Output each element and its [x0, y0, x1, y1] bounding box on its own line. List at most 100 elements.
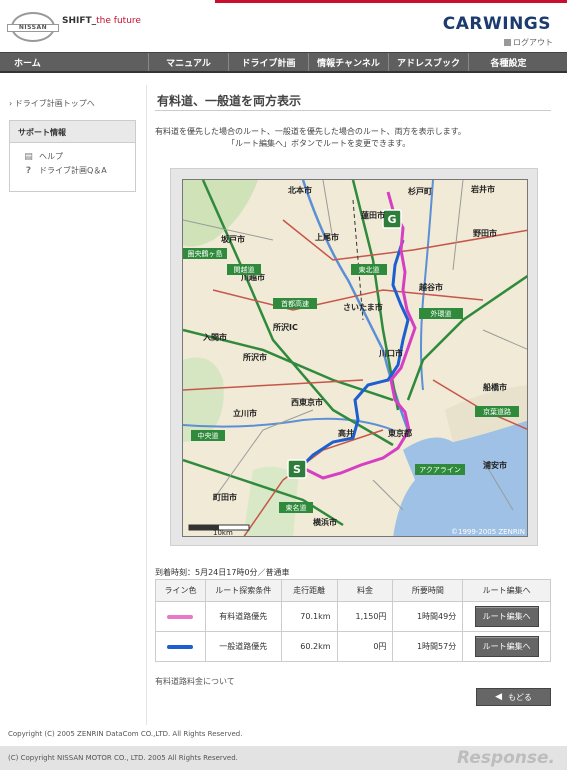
nav-manual[interactable]: マニュアル	[148, 53, 228, 71]
page-title: 有料道、一般道を両方表示	[157, 94, 302, 108]
response-watermark: Response.	[457, 748, 555, 768]
map-label-machida: 町田市	[213, 492, 237, 502]
drive-plan-top-link[interactable]: › ドライブ計画トップへ	[9, 98, 95, 109]
document-icon: ▤	[24, 151, 33, 162]
chevron-right-icon: ›	[9, 99, 13, 108]
logout-link[interactable]: ログアウト	[504, 37, 553, 48]
nav-drive-plan[interactable]: ドライブ計画	[228, 53, 308, 71]
description-line-2: 「ルート編集へ」ボタンでルートを変更できます。	[227, 139, 411, 148]
tagline: SHIFT_the future	[62, 16, 141, 26]
edit-route-button[interactable]: ルート編集へ	[474, 606, 539, 627]
header: NISSAN SHIFT_the future CARWINGS ログアウト	[0, 0, 567, 52]
support-item-label: ドライブ計画Q＆A	[39, 166, 107, 175]
nav-address-book[interactable]: アドレスブック	[388, 53, 468, 71]
nissan-copyright: (C) Copyright NISSAN MOTOR CO., LTD. 200…	[8, 754, 238, 762]
back-button-label: もどる	[508, 692, 532, 702]
edit-route-button[interactable]: ルート編集へ	[474, 636, 539, 657]
map-label-yokohama: 横浜市	[313, 517, 337, 527]
sidebar-divider	[146, 85, 147, 725]
distance-cell: 70.1km	[280, 601, 338, 632]
table-row: 有料道路優先 70.1km 1,150円 1時間49分 ルート編集へ	[155, 601, 551, 632]
map-label-tokorozawa: 所沢市	[242, 352, 267, 362]
carwings-logo[interactable]: CARWINGS	[443, 14, 551, 34]
title-divider	[155, 110, 551, 111]
distance-cell: 60.2km	[280, 631, 338, 662]
question-icon: ?	[25, 165, 32, 176]
nav-home[interactable]: ホーム	[0, 53, 148, 71]
tagline-main: SHIFT_	[62, 16, 97, 26]
map-label-ageo: 上尾市	[315, 232, 339, 242]
toll-fee-link[interactable]: 有料道路料金について	[155, 676, 235, 687]
road-label-chuo: 中央道	[198, 431, 219, 440]
map-label-tokorozawa-ic: 所沢IC	[272, 322, 298, 332]
route-table: ライン色 ルート探索条件 走行距離 料金 所要時間 ルート編集へ 有料道路優先 …	[155, 579, 551, 662]
road-label-aqualine: アクアライン	[419, 466, 461, 474]
map-label-sakado: 坂戸市	[221, 234, 245, 244]
table-header-row: ライン色 ルート探索条件 走行距離 料金 所要時間 ルート編集へ	[155, 579, 551, 602]
description-line-1: 有料道を優先した場合のルート、一般道を優先した場合のルート、両方を表示します。	[155, 127, 466, 136]
map-label-tokyo: 東京都	[388, 428, 412, 438]
map-scale-label: 10km	[213, 529, 233, 537]
nissan-logo[interactable]: NISSAN	[7, 12, 59, 42]
drive-plan-top-label: ドライブ計画トップへ	[14, 99, 95, 108]
road-label-tomei: 東名道	[286, 503, 307, 512]
condition-cell: 有料道路優先	[204, 601, 282, 632]
map-label-iwai: 岩井市	[470, 184, 495, 194]
support-box: サポート情報 ▤ ヘルプ ? ドライブ計画Q＆A	[9, 120, 136, 192]
fee-cell: 1,150円	[336, 601, 394, 632]
support-title: サポート情報	[10, 121, 135, 143]
brand-accent-bar	[215, 0, 567, 3]
map-label-sugito: 杉戸町	[408, 186, 432, 196]
start-marker[interactable]: S	[287, 459, 307, 479]
road-label-keiyo: 京葉道路	[483, 407, 511, 416]
zenrin-copyright: Copyright (C) 2005 ZENRIN DataCom CO.,LT…	[8, 730, 243, 738]
tagline-sub: the future	[96, 16, 141, 26]
condition-cell: 一般道路優先	[204, 631, 282, 662]
toll-route-swatch	[167, 614, 194, 619]
table-row: 一般道路優先 60.2km 0円 1時間57分 ルート編集へ	[155, 631, 551, 662]
nav-settings[interactable]: 各種設定	[468, 53, 548, 71]
map-label-nishitokyo: 西東京市	[291, 397, 323, 407]
general-route-swatch	[167, 644, 194, 649]
map-label-takaido: 高井	[338, 428, 354, 438]
map-label-urayasu: 浦安市	[483, 460, 507, 470]
road-label-tohoku: 東北道	[359, 265, 380, 274]
line-color-cell	[155, 601, 206, 632]
road-label-shutoko: 首都高速	[281, 299, 309, 308]
map-label-tachikawa: 立川市	[233, 408, 257, 418]
back-button[interactable]: ◀ もどる	[476, 688, 551, 706]
map-canvas: G S 北本市 杉戸町 岩井市 蓮田市 上尾市 野田市 坂戸市 川越市 さいたま…	[183, 180, 527, 537]
header-condition: ルート探索条件	[204, 579, 282, 602]
map-label-koshigaya: 越谷市	[418, 282, 443, 292]
line-color-cell	[155, 631, 206, 662]
support-item-label: ヘルプ	[39, 152, 63, 161]
edit-cell: ルート編集へ	[462, 631, 551, 662]
goal-marker[interactable]: G	[382, 209, 402, 229]
map-label-noda: 野田市	[473, 228, 497, 238]
road-label-kenodo: 圏央鶴ヶ島	[188, 249, 223, 258]
header-time: 所要時間	[392, 579, 464, 602]
map-frame: G S 北本市 杉戸町 岩井市 蓮田市 上尾市 野田市 坂戸市 川越市 さいたま…	[170, 168, 538, 546]
logout-label: ログアウト	[513, 38, 553, 47]
map-label-funabashi: 船橋市	[483, 382, 507, 392]
map-label-kitamoto: 北本市	[288, 185, 312, 195]
time-cell: 1時間57分	[392, 631, 464, 662]
header-line-color: ライン色	[155, 579, 206, 602]
footer: (C) Copyright NISSAN MOTOR CO., LTD. 200…	[0, 746, 567, 770]
arrow-left-icon: ◀	[495, 692, 503, 702]
map-label-iruma: 入間市	[202, 332, 227, 342]
nissan-logo-text: NISSAN	[7, 24, 59, 32]
support-item-help[interactable]: ▤ ヘルプ	[10, 143, 135, 162]
road-label-kanetsu: 関越道	[234, 265, 255, 274]
header-fee: 料金	[336, 579, 394, 602]
start-marker-label: S	[293, 463, 301, 476]
header-edit: ルート編集へ	[462, 579, 551, 602]
route-map[interactable]: G S 北本市 杉戸町 岩井市 蓮田市 上尾市 野田市 坂戸市 川越市 さいたま…	[182, 179, 528, 537]
road-label-gaikan: 外環道	[431, 309, 452, 318]
time-cell: 1時間49分	[392, 601, 464, 632]
arrival-time: 到着時刻：5月24日17時0分／普通車	[155, 568, 290, 577]
support-item-faq[interactable]: ? ドライブ計画Q＆A	[10, 162, 135, 176]
nav-info-channel[interactable]: 情報チャンネル	[308, 53, 388, 71]
goal-marker-label: G	[387, 213, 396, 226]
map-label-saitama: さいたま市	[343, 302, 383, 312]
